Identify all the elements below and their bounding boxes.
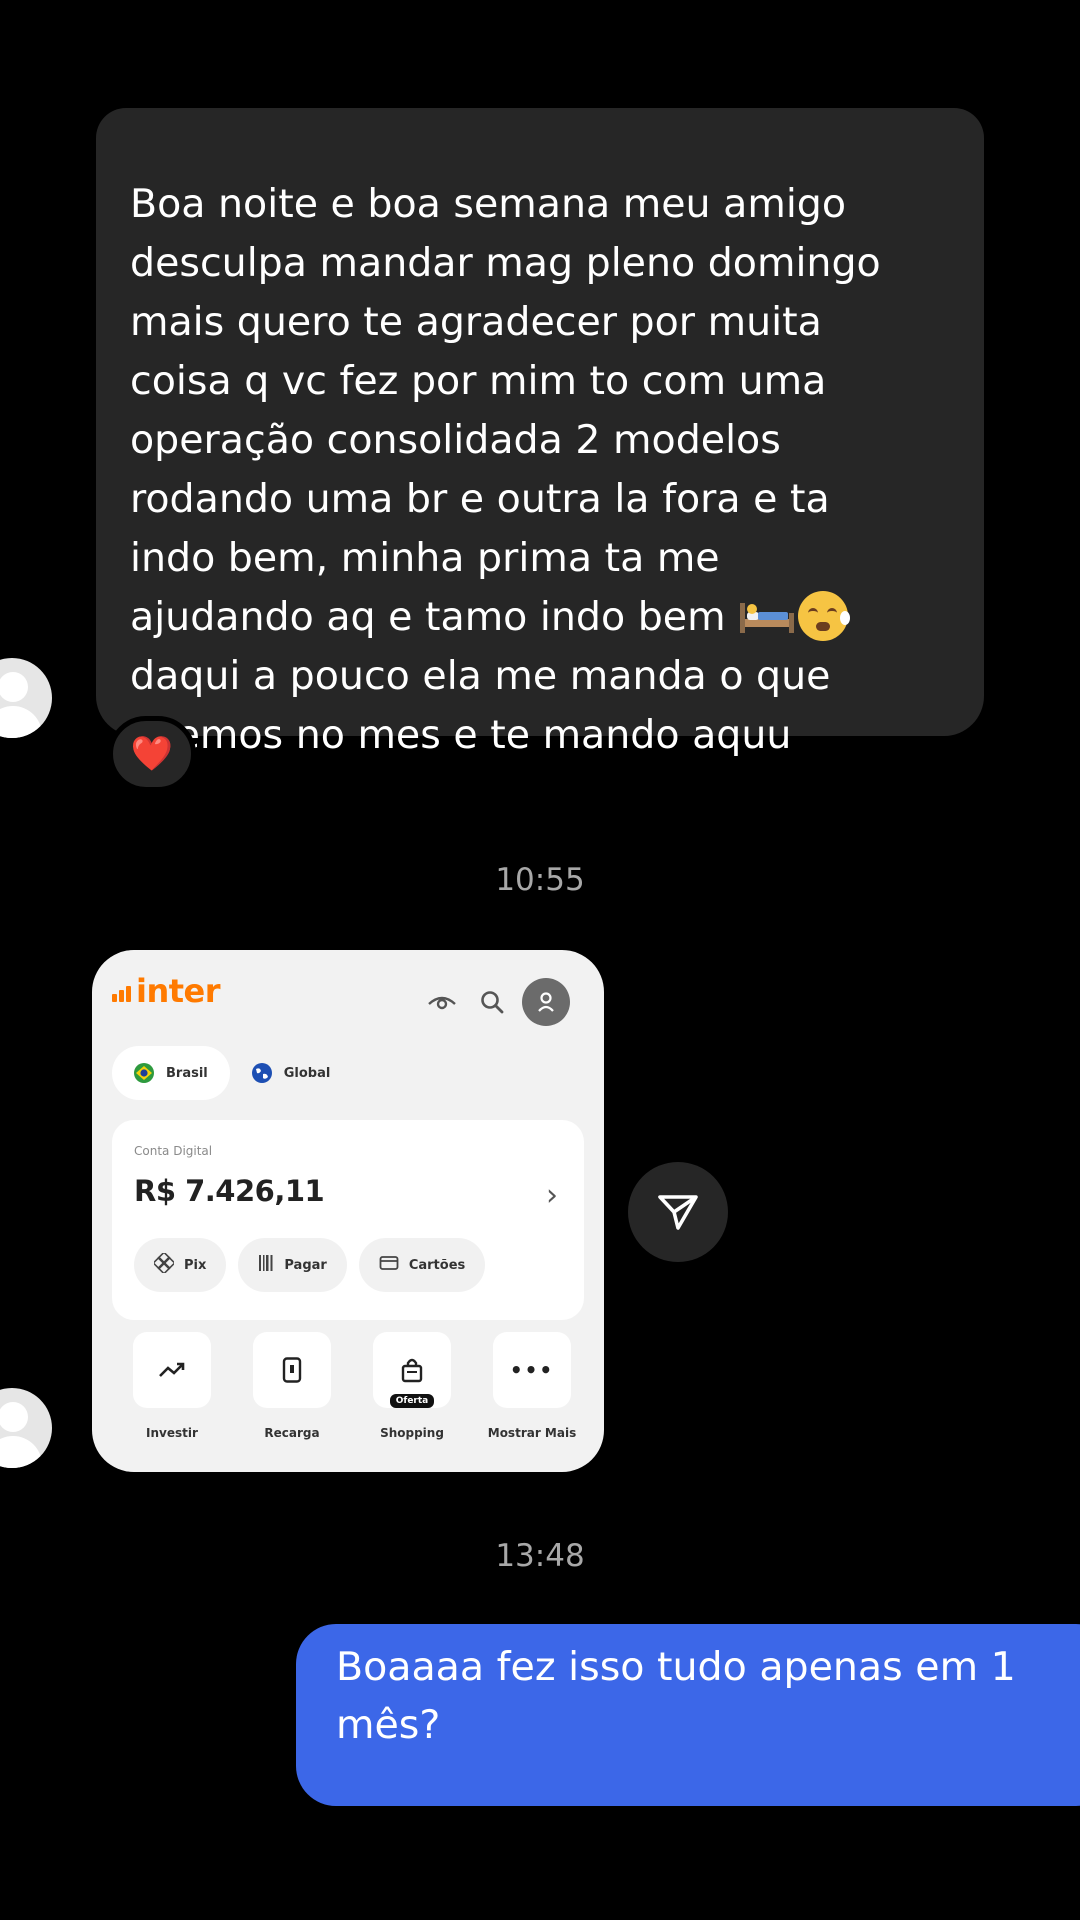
message-line: mês?	[336, 1702, 441, 1748]
brazil-flag-icon	[134, 1063, 154, 1083]
account-balance: R$ 7.426,11	[134, 1174, 325, 1208]
quick-link-shopping: Oferta Shopping	[352, 1332, 472, 1440]
tab-brasil: Brasil	[112, 1046, 230, 1100]
message-line: daqui a pouco ela me manda o que	[130, 653, 831, 699]
more-icon: •••	[493, 1332, 571, 1408]
sender-avatar[interactable]	[0, 658, 52, 738]
pix-action: Pix	[134, 1238, 227, 1292]
message-line: operação consolidada 2 modelos	[130, 417, 781, 463]
heart-reaction[interactable]: ❤️	[108, 716, 196, 792]
quick-links: Investir Recarga Oferta Shopping ••• Mos…	[112, 1332, 592, 1440]
cartoes-action: Cartões	[358, 1238, 486, 1292]
message-line: mais quero te agradecer por muita	[130, 299, 822, 345]
timestamp: 13:48	[495, 1538, 585, 1574]
message-line: indo bem, minha prima ta me	[130, 535, 720, 581]
tearful-face-emoji-icon	[798, 590, 851, 641]
globe-icon	[251, 1063, 272, 1083]
tab-global: Global	[230, 1046, 353, 1100]
barcode-icon	[258, 1254, 274, 1276]
message-line: desculpa mandar mag pleno domingo	[130, 240, 881, 286]
inter-logo: inter	[112, 972, 221, 1010]
account-label: Conta Digital	[134, 1144, 213, 1158]
timestamp: 10:55	[495, 862, 585, 898]
sender-avatar[interactable]	[0, 1388, 52, 1468]
account-card: Conta Digital R$ 7.426,11 › Pix Pagar Ca…	[112, 1120, 584, 1320]
region-tabs: Brasil Global	[112, 1046, 352, 1100]
message-line: coisa q vc fez por mim to com uma	[130, 358, 827, 404]
quick-link-investir: Investir	[112, 1332, 232, 1440]
card-top-icons	[422, 978, 570, 1026]
bed-emoji-icon	[740, 602, 795, 633]
pagar-action: Pagar	[238, 1238, 347, 1292]
oferta-badge: Oferta	[389, 1394, 435, 1408]
chevron-right-icon: ›	[546, 1178, 558, 1213]
account-actions: Pix Pagar Cartões	[134, 1238, 497, 1292]
eye-icon	[422, 982, 462, 1022]
outgoing-message-bubble[interactable]: Boaaaa fez isso tudo apenas em 1 mês?	[296, 1624, 1080, 1806]
profile-icon	[522, 978, 570, 1026]
phone-icon	[253, 1332, 331, 1408]
quick-link-recarga: Recarga	[232, 1332, 352, 1440]
search-icon	[472, 982, 512, 1022]
logo-mark-icon	[112, 984, 134, 1002]
heart-icon: ❤️	[130, 734, 174, 774]
quick-link-mostrar-mais: ••• Mostrar Mais	[472, 1332, 592, 1440]
message-line: rodando uma br e outra la fora e ta	[130, 476, 830, 522]
send-icon	[658, 1195, 698, 1230]
message-line: Boaaaa fez isso tudo apenas em 1	[336, 1644, 1016, 1690]
incoming-message-bubble[interactable]: Boa noite e boa semana meu amigo desculp…	[96, 108, 984, 758]
shared-screenshot[interactable]: inter Brasil Global Conta Digital R$ 7.4…	[92, 950, 604, 1472]
pix-icon	[152, 1251, 176, 1277]
message-line: fizemos no mes e te mando aquu	[130, 712, 792, 758]
card-icon	[379, 1255, 399, 1275]
message-line: Boa noite e boa semana meu amigo	[130, 181, 847, 227]
share-button[interactable]	[628, 1162, 728, 1262]
trend-up-icon	[133, 1332, 211, 1408]
chat-thread: Boa noite e boa semana meu amigo desculp…	[0, 0, 1080, 1920]
message-line: ajudando aq e tamo indo bem	[130, 594, 726, 640]
